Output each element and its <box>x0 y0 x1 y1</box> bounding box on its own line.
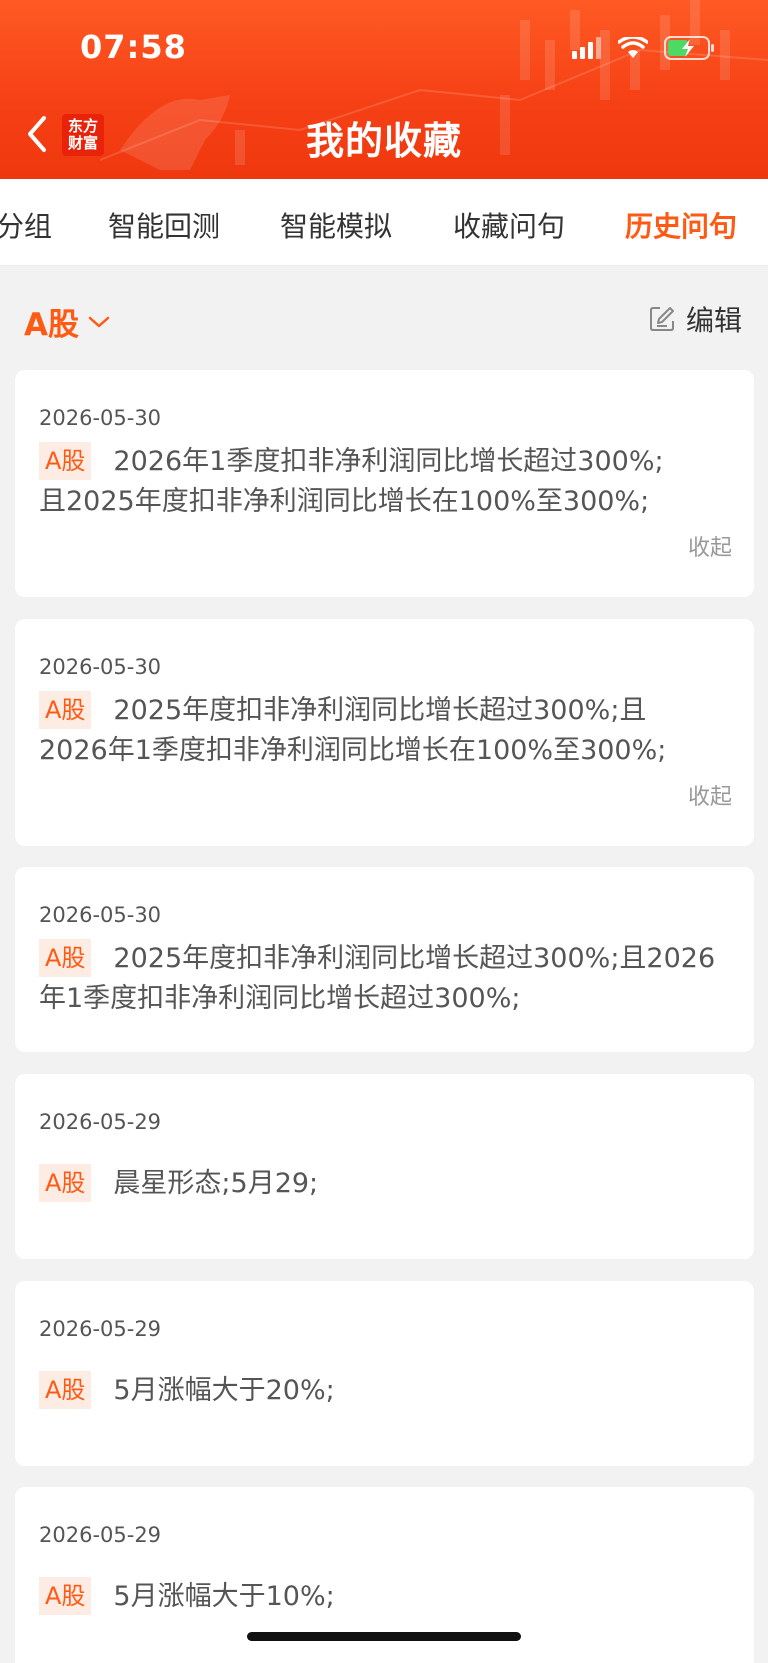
market-tag: A股 <box>39 1577 92 1615</box>
history-card[interactable]: 2026-05-30 A股 2025年度扣非净利润同比增长超过300%;且2026… <box>15 867 754 1052</box>
card-query: A股 2025年度扣非净利润同比增长超过300%;且2026年1季度扣非净利润同比… <box>39 691 689 771</box>
screen: 07:58 东方 财富 我的收藏 分组 智能回测 智能模拟 收藏问句 历史问句 … <box>0 0 768 1663</box>
market-tag: A股 <box>39 442 92 480</box>
market-tag: A股 <box>39 691 92 729</box>
card-query: A股 2026年1季度扣非净利润同比增长超过300%;且2025年度扣非净利润同比… <box>39 442 689 522</box>
tab-smart-backtest[interactable]: 智能回测 <box>108 205 220 245</box>
market-tag: A股 <box>39 1371 92 1409</box>
history-card[interactable]: 2026-05-30 A股 2025年度扣非净利润同比增长超过300%;且2026… <box>15 619 754 846</box>
market-dropdown[interactable]: A股 <box>24 299 111 344</box>
filter-row: A股 编辑 <box>0 265 768 370</box>
battery-icon <box>664 36 714 60</box>
tab-bar: 分组 智能回测 智能模拟 收藏问句 历史问句 <box>0 179 768 266</box>
card-date: 2026-05-30 <box>39 655 162 679</box>
market-tag: A股 <box>39 1164 92 1202</box>
tab-saved-queries[interactable]: 收藏问句 <box>453 205 565 245</box>
market-dropdown-label: A股 <box>24 307 79 343</box>
card-date: 2026-05-29 <box>39 1317 162 1341</box>
tab-history-queries[interactable]: 历史问句 <box>625 205 737 245</box>
wifi-icon <box>618 37 648 58</box>
query-text: 2025年度扣非净利润同比增长超过300%;且2026年1季度扣非净利润同比增长… <box>39 695 667 766</box>
history-card[interactable]: 2026-05-30 A股 2026年1季度扣非净利润同比增长超过300%;且20… <box>15 370 754 597</box>
query-text: 晨星形态;5月29; <box>113 1168 319 1199</box>
query-text: 5月涨幅大于10%; <box>113 1581 335 1612</box>
tab-group[interactable]: 分组 <box>0 205 52 245</box>
signal-icon <box>572 37 601 59</box>
collapse-button[interactable]: 收起 <box>688 779 732 811</box>
card-query: A股 晨星形态;5月29; <box>39 1164 689 1204</box>
query-text: 2025年度扣非净利润同比增长超过300%;且2026年1季度扣非净利润同比增长… <box>39 943 716 1014</box>
collapse-button[interactable]: 收起 <box>688 530 732 562</box>
status-time: 07:58 <box>80 28 187 66</box>
edit-icon <box>649 307 674 331</box>
edit-label: 编辑 <box>685 304 742 337</box>
edit-button[interactable]: 编辑 <box>648 299 742 339</box>
card-date: 2026-05-29 <box>39 1523 162 1547</box>
history-card[interactable]: 2026-05-29 A股 5月涨幅大于20%; <box>15 1281 754 1466</box>
query-text: 2026年1季度扣非净利润同比增长超过300%;且2025年度扣非净利润同比增长… <box>39 446 664 517</box>
tab-smart-simulation[interactable]: 智能模拟 <box>280 205 392 245</box>
status-icons <box>572 36 716 60</box>
card-query: A股 5月涨幅大于20%; <box>39 1371 689 1411</box>
chevron-down-icon <box>88 316 110 327</box>
card-date: 2026-05-30 <box>39 903 162 927</box>
market-tag: A股 <box>39 939 92 977</box>
card-date: 2026-05-30 <box>39 406 162 430</box>
query-text: 5月涨幅大于20%; <box>113 1375 335 1406</box>
header: 07:58 东方 财富 我的收藏 <box>0 0 768 179</box>
home-indicator <box>247 1632 521 1641</box>
page-title: 我的收藏 <box>305 119 462 163</box>
card-query: A股 5月涨幅大于10%; <box>39 1577 689 1617</box>
history-card[interactable]: 2026-05-29 A股 晨星形态;5月29; <box>15 1074 754 1259</box>
card-query: A股 2025年度扣非净利润同比增长超过300%;且2026年1季度扣非净利润同比… <box>39 939 729 1019</box>
card-date: 2026-05-29 <box>39 1110 162 1134</box>
